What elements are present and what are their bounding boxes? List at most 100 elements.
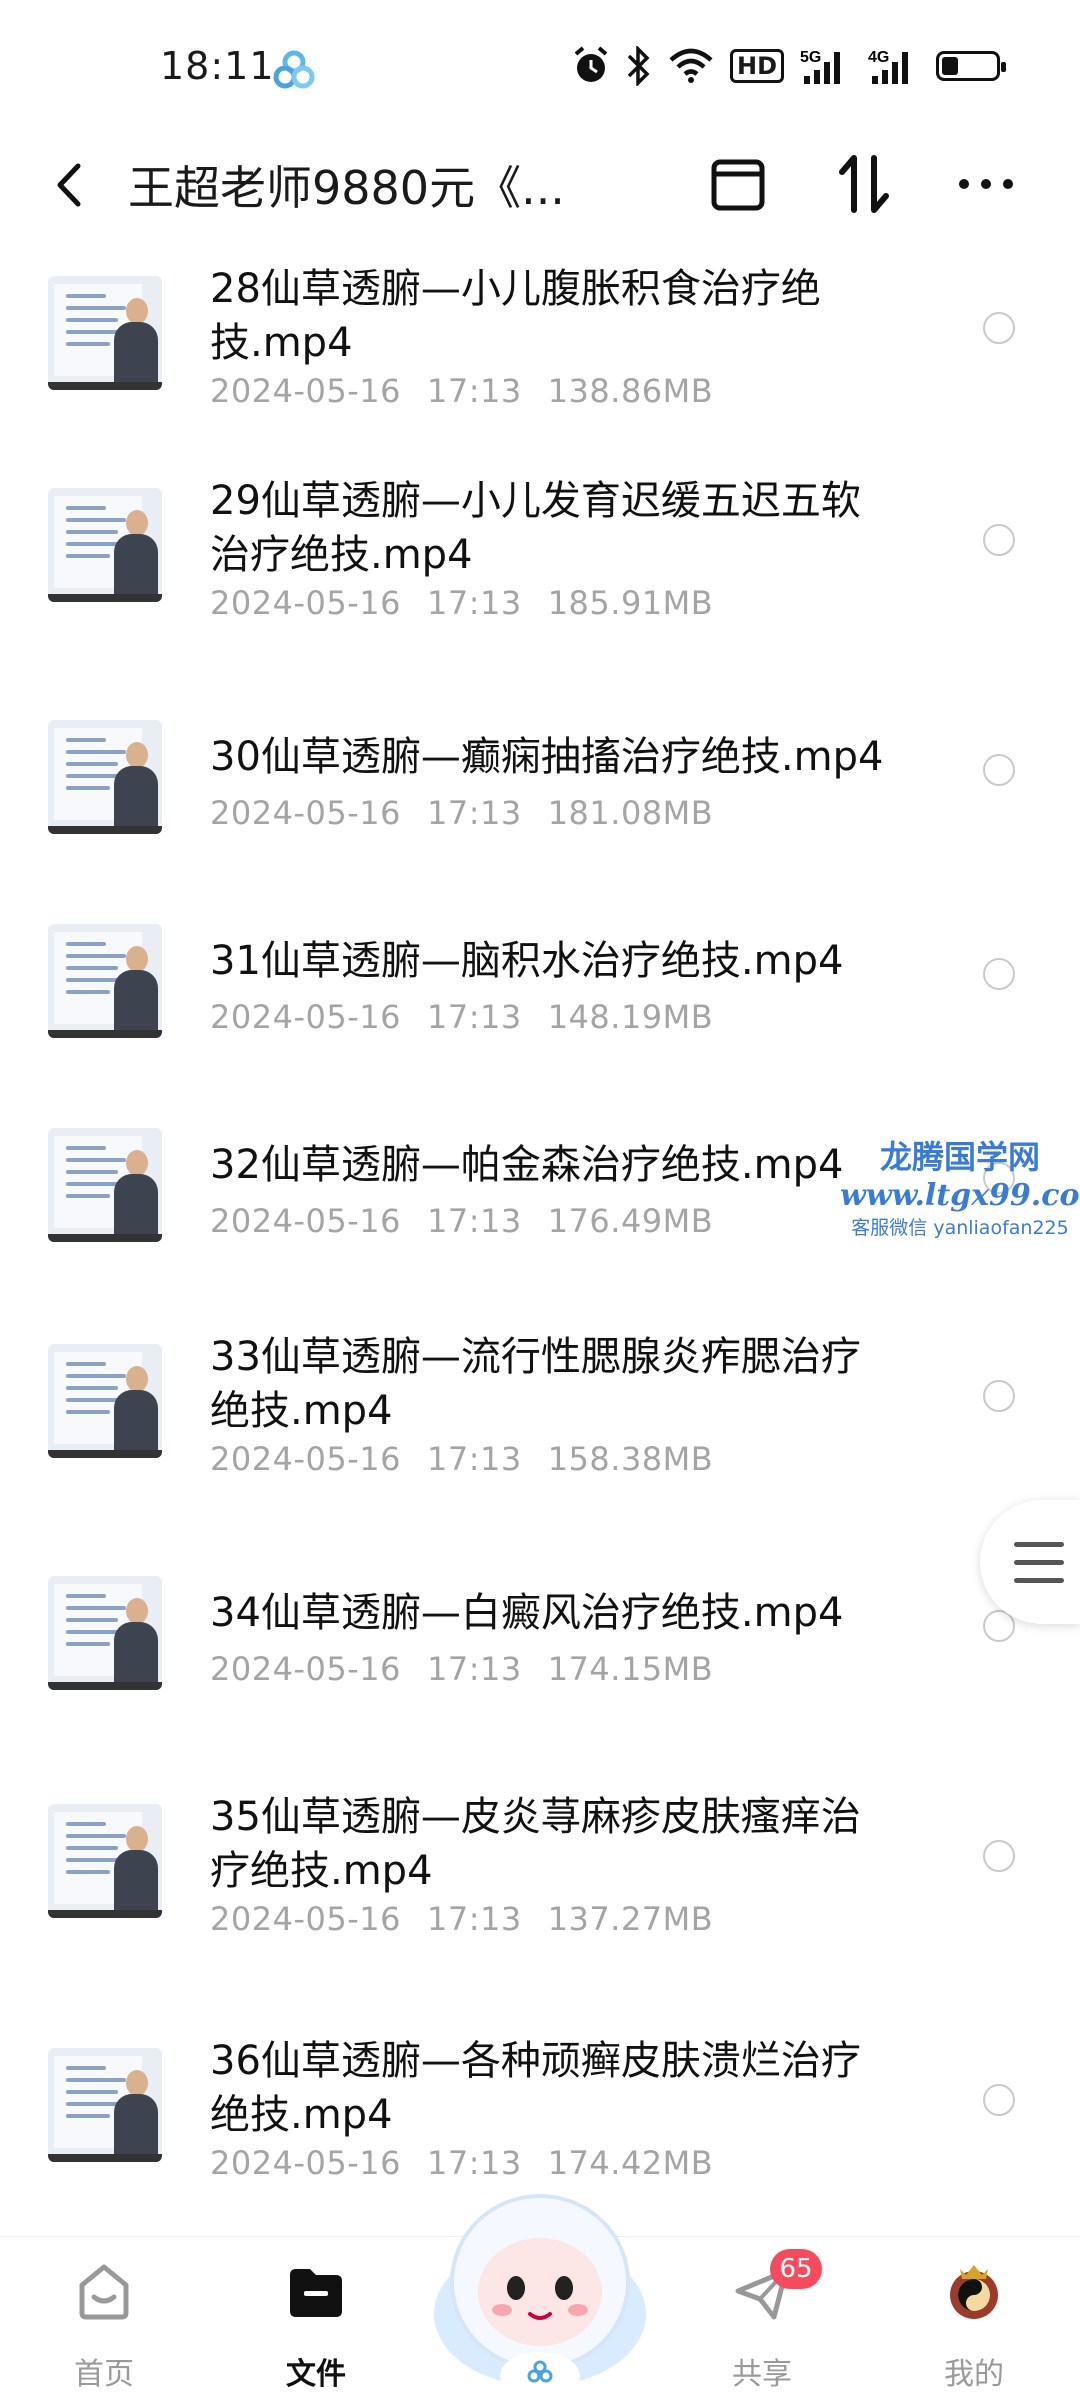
select-radio[interactable] [983, 754, 1015, 786]
file-time: 17:13 [426, 1440, 522, 1478]
file-name: 33仙草透腑—流行性腮腺炎痄腮治疗绝技.mp4 [210, 1334, 861, 1434]
file-size: 148.19MB [547, 998, 714, 1036]
file-meta: 2024-05-16 17:13 174.15MB [210, 1650, 739, 1688]
list-item[interactable]: 31仙草透腑—脑积水治疗绝技.mp4 2024-05-16 17:13 148.19… [0, 902, 1080, 1106]
select-radio[interactable] [983, 958, 1015, 990]
svg-text:5G: 5G [800, 49, 821, 66]
video-thumbnail [48, 1128, 162, 1242]
file-meta: 2024-05-16 17:13 138.86MB [210, 372, 739, 410]
file-date: 2024-05-16 [210, 2144, 401, 2182]
file-size: 158.38MB [547, 1440, 714, 1478]
list-item[interactable]: 28仙草透腑—小儿腹胀积食治疗绝技.mp4 2024-05-16 17:13 138… [0, 242, 1080, 454]
file-meta: 2024-05-16 17:13 148.19MB [210, 998, 739, 1036]
back-button[interactable] [46, 158, 96, 212]
file-name: 32仙草透腑—帕金森治疗绝技.mp4 [210, 1142, 844, 1188]
file-date: 2024-05-16 [210, 1202, 401, 1240]
file-name: 35仙草透腑—皮炎荨麻疹皮肤瘙痒治疗绝技.mp4 [210, 1794, 861, 1894]
file-time: 17:13 [426, 1650, 522, 1688]
list-item[interactable]: 34仙草透腑—白癜风治疗绝技.mp4 2024-05-16 17:13 174.15… [0, 1554, 1080, 1770]
hd-icon: HD [729, 49, 784, 83]
file-name: 30仙草透腑—癫痫抽搐治疗绝技.mp4 [210, 734, 884, 780]
file-size: 174.15MB [547, 1650, 714, 1688]
file-name: 31仙草透腑—脑积水治疗绝技.mp4 [210, 938, 844, 984]
lecturer-figure [114, 2070, 158, 2160]
battery-icon [936, 51, 1006, 81]
file-meta: 2024-05-16 17:13 181.08MB [210, 794, 739, 832]
folder-icon [290, 2269, 342, 2317]
file-size: 137.27MB [547, 1900, 714, 1938]
alarm-icon [574, 46, 608, 82]
list-item[interactable]: 30仙草透腑—癫痫抽搐治疗绝技.mp4 2024-05-16 17:13 181.0… [0, 698, 1080, 902]
file-date: 2024-05-16 [210, 584, 401, 622]
select-radio[interactable] [983, 2084, 1015, 2116]
home-icon [79, 2264, 129, 2320]
file-time: 17:13 [426, 794, 522, 832]
lecturer-figure [114, 946, 158, 1036]
status-time: 18:11 [160, 44, 275, 88]
file-size: 138.86MB [547, 372, 714, 410]
menu-line [1014, 1578, 1064, 1583]
lecturer-figure [114, 742, 158, 832]
lecturer-figure [114, 1598, 158, 1688]
tab-label: 首页 [74, 2357, 134, 2392]
watermark-contact: 客服微信 yanliaofan225 [851, 1217, 1069, 1239]
video-thumbnail [48, 1804, 162, 1918]
select-radio[interactable] [983, 524, 1015, 556]
file-date: 2024-05-16 [210, 998, 401, 1036]
header: 王超老师9880元《... [0, 130, 1080, 240]
menu-line [1014, 1560, 1064, 1565]
file-size: 185.91MB [547, 584, 714, 622]
video-thumbnail [48, 276, 162, 390]
status-bar: 18:11 HD 5G 4G [0, 0, 1080, 130]
file-meta: 2024-05-16 17:13 137.27MB [210, 1900, 739, 1938]
bluetooth-icon [627, 46, 650, 86]
svg-text:4G: 4G [868, 49, 889, 66]
video-thumbnail [48, 2048, 162, 2162]
video-thumbnail [48, 720, 162, 834]
select-radio[interactable] [983, 1840, 1015, 1872]
file-time: 17:13 [426, 998, 522, 1036]
tab-mine[interactable]: 我的 [904, 2237, 1044, 2400]
mascot-icon[interactable] [430, 2164, 650, 2400]
video-thumbnail [48, 924, 162, 1038]
more-icon[interactable] [954, 152, 1018, 216]
video-thumbnail [48, 1344, 162, 1458]
list-item[interactable]: 29仙草透腑—小儿发育迟缓五迟五软治疗绝技.mp4 2024-05-16 17:1… [0, 454, 1080, 698]
tab-share[interactable]: 65 共享 [692, 2237, 832, 2400]
signal-5g-icon: 5G [800, 49, 840, 84]
file-date: 2024-05-16 [210, 794, 401, 832]
menu-line [1014, 1542, 1064, 1547]
select-box-icon[interactable] [706, 152, 770, 216]
file-time: 17:13 [426, 1202, 522, 1240]
list-item[interactable]: 35仙草透腑—皮炎荨麻疹皮肤瘙痒治疗绝技.mp4 2024-05-16 17:13… [0, 1770, 1080, 2014]
file-size: 181.08MB [547, 794, 714, 832]
list-item[interactable]: 33仙草透腑—流行性腮腺炎痄腮治疗绝技.mp4 2024-05-16 17:13 1… [0, 1310, 1080, 1554]
tab-label: 我的 [944, 2357, 1004, 2392]
video-thumbnail [48, 1576, 162, 1690]
file-date: 2024-05-16 [210, 1440, 401, 1478]
page-title: 王超老师9880元《... [128, 161, 565, 215]
file-size: 176.49MB [547, 1202, 714, 1240]
lecturer-figure [114, 1150, 158, 1240]
tab-home[interactable]: 首页 [34, 2237, 174, 2400]
select-radio[interactable] [983, 1380, 1015, 1412]
watermark: 龙腾国学网 www.ltgx99.com 客服微信 yanliaofan225 [840, 1132, 1080, 1240]
select-radio[interactable] [983, 312, 1015, 344]
tab-label: 共享 [732, 2357, 792, 2392]
tab-label: 文件 [286, 2357, 346, 2392]
file-meta: 2024-05-16 17:13 185.91MB [210, 584, 739, 622]
video-thumbnail [48, 488, 162, 602]
file-date: 2024-05-16 [210, 1900, 401, 1938]
file-meta: 2024-05-16 17:13 158.38MB [210, 1440, 739, 1478]
file-time: 17:13 [426, 372, 522, 410]
watermark-url: www.ltgx99.com [840, 1178, 1080, 1213]
lecturer-figure [114, 298, 158, 388]
notification-badge: 65 [770, 2249, 822, 2289]
file-time: 17:13 [426, 1900, 522, 1938]
file-date: 2024-05-16 [210, 1650, 401, 1688]
sort-icon[interactable] [832, 152, 896, 216]
file-date: 2024-05-16 [210, 372, 401, 410]
avatar-icon [950, 2265, 998, 2319]
file-name: 29仙草透腑—小儿发育迟缓五迟五软治疗绝技.mp4 [210, 478, 861, 578]
tab-files[interactable]: 文件 [246, 2237, 386, 2400]
